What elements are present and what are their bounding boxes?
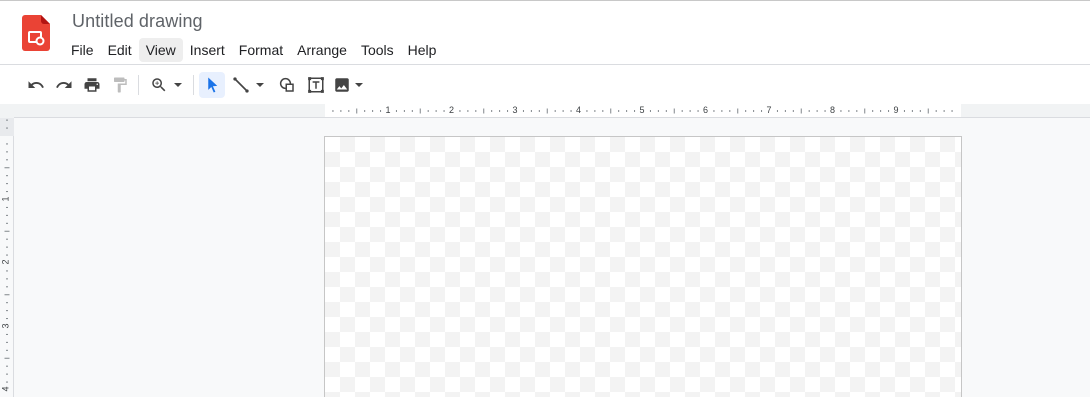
toolbar-separator bbox=[193, 75, 194, 95]
menu-tools[interactable]: Tools bbox=[354, 38, 401, 62]
ruler-label: 4 bbox=[576, 105, 582, 115]
menu-arrange[interactable]: Arrange bbox=[290, 38, 354, 62]
drawings-app: Untitled drawing File Edit View Insert F… bbox=[0, 0, 1090, 397]
zoom-icon bbox=[152, 78, 166, 92]
paint-format-icon bbox=[114, 77, 127, 93]
ruler-label: 7 bbox=[766, 105, 772, 115]
menu-help[interactable]: Help bbox=[401, 38, 444, 62]
ruler-label: 1 bbox=[385, 105, 391, 115]
insert-image-button[interactable] bbox=[331, 72, 367, 98]
ruler-label: 2 bbox=[0, 259, 11, 265]
menu-edit[interactable]: Edit bbox=[101, 38, 139, 62]
toolbar bbox=[0, 66, 1090, 104]
menu-format[interactable]: Format bbox=[232, 38, 290, 62]
horizontal-ruler: 1 2 3 4 5 6 7 8 9 bbox=[0, 104, 1090, 118]
ruler-label: 3 bbox=[512, 105, 518, 115]
shape-tool-button[interactable] bbox=[274, 72, 300, 98]
print-button[interactable] bbox=[80, 72, 104, 98]
ruler-label: 3 bbox=[0, 322, 11, 329]
ruler-label: 5 bbox=[639, 105, 645, 115]
google-drawings-logo-icon[interactable] bbox=[22, 15, 50, 51]
menu-file[interactable]: File bbox=[64, 38, 101, 62]
line-tool-button[interactable] bbox=[229, 72, 269, 98]
ruler-label: 2 bbox=[449, 105, 455, 115]
menu-insert[interactable]: Insert bbox=[183, 38, 232, 62]
ruler-label: 4 bbox=[0, 386, 11, 392]
select-icon bbox=[208, 77, 218, 93]
chevron-down-icon bbox=[355, 83, 363, 87]
horizontal-ruler-ticks bbox=[332, 108, 953, 114]
paint-format-button[interactable] bbox=[108, 72, 132, 98]
line-icon bbox=[233, 77, 249, 93]
ruler-label: 1 bbox=[0, 195, 11, 202]
undo-icon bbox=[28, 81, 44, 88]
menu-bar: File Edit View Insert Format Arrange Too… bbox=[64, 38, 443, 62]
redo-button[interactable] bbox=[52, 72, 76, 98]
ruler-label: 6 bbox=[703, 105, 709, 115]
chevron-down-icon bbox=[174, 83, 182, 87]
text-box-button[interactable] bbox=[303, 72, 329, 98]
app-header: Untitled drawing File Edit View Insert F… bbox=[0, 1, 1090, 65]
text-box-icon bbox=[308, 77, 324, 93]
drawing-canvas[interactable] bbox=[324, 136, 962, 397]
vertical-ruler-ticks bbox=[4, 119, 10, 383]
zoom-button[interactable] bbox=[146, 72, 188, 98]
select-tool-button[interactable] bbox=[199, 72, 225, 98]
vertical-ruler: 1 2 3 4 bbox=[0, 118, 14, 397]
redo-icon bbox=[56, 81, 72, 88]
ruler-label: 8 bbox=[830, 105, 836, 115]
chevron-down-icon bbox=[256, 83, 264, 87]
ruler-corner bbox=[0, 104, 14, 118]
toolbar-separator bbox=[138, 75, 139, 95]
image-icon bbox=[335, 78, 349, 92]
menu-view[interactable]: View bbox=[138, 38, 183, 62]
document-title[interactable]: Untitled drawing bbox=[72, 11, 203, 32]
undo-button[interactable] bbox=[24, 72, 48, 98]
shape-icon bbox=[279, 77, 294, 92]
print-icon bbox=[84, 78, 100, 92]
ruler-label: 9 bbox=[893, 105, 899, 115]
